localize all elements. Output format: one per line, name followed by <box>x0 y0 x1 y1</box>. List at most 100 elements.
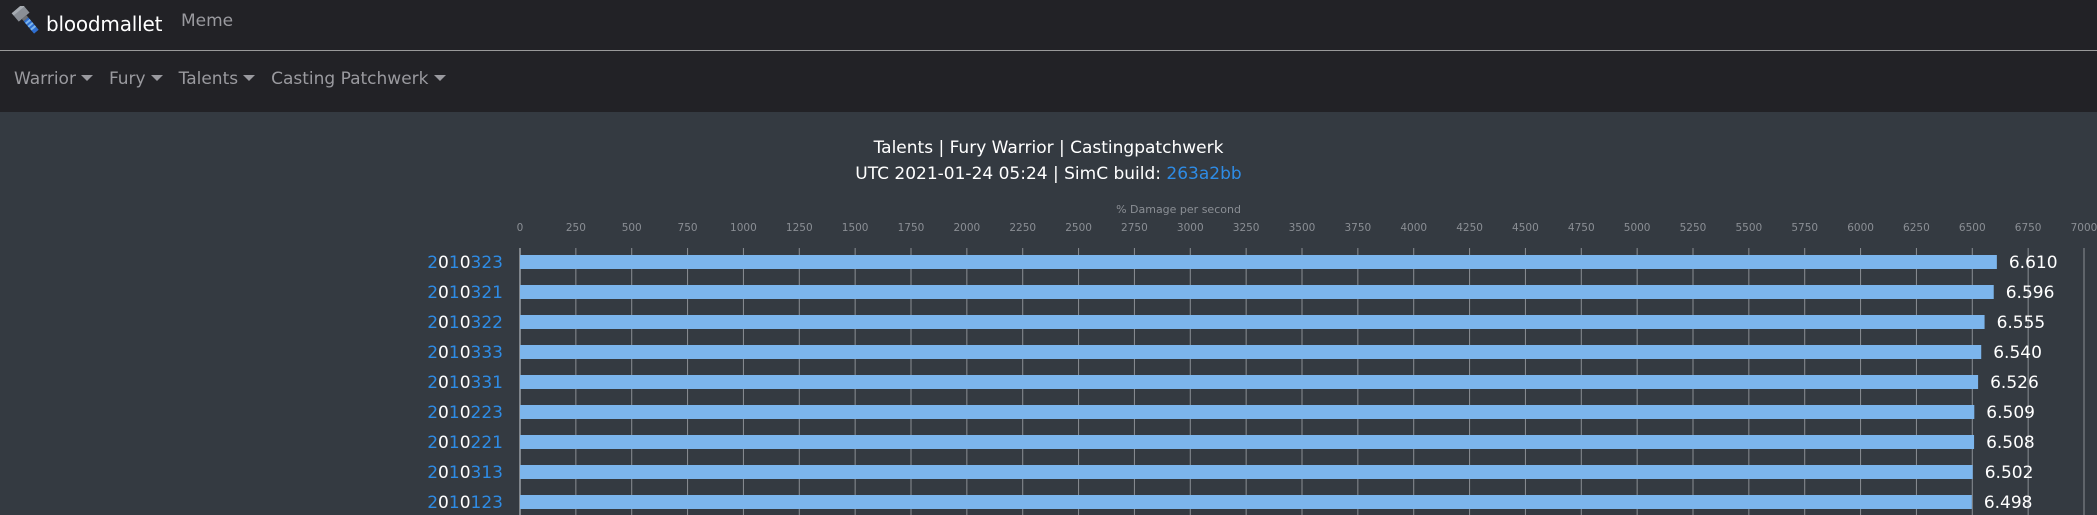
talent-digit: 1 <box>449 373 460 393</box>
category-label[interactable]: 2010322 <box>427 313 503 333</box>
talent-digit: 3 <box>492 463 503 483</box>
category-label[interactable]: 2010221 <box>427 433 503 453</box>
talent-digit: 0 <box>438 283 449 303</box>
x-tick-label: 5500 <box>1735 222 1762 234</box>
x-tick-label: 5750 <box>1791 222 1818 234</box>
bar-2010331[interactable] <box>520 375 1979 389</box>
talent-digit: 2 <box>427 493 438 513</box>
bar-2010123[interactable] <box>520 495 1972 509</box>
talent-digit: 2 <box>427 403 438 423</box>
x-tick-label: 4750 <box>1568 222 1595 234</box>
value-label: 6.502 <box>1985 463 2034 483</box>
talent-digit: 3 <box>481 373 492 393</box>
category-label[interactable]: 2010323 <box>427 253 503 273</box>
talent-digit: 2 <box>492 313 503 333</box>
talent-digit: 2 <box>481 433 492 453</box>
x-tick-label: 1000 <box>730 222 757 234</box>
x-tick-label: 3750 <box>1344 222 1371 234</box>
value-labels: 6.610 6.596 6.555 6.540 6.526 6.509 6.508 6.502… <box>1984 253 2058 513</box>
x-tick-label: 2750 <box>1121 222 1148 234</box>
x-tick-label: 1500 <box>842 222 869 234</box>
talent-digit: 1 <box>449 433 460 453</box>
x-tick-label: 250 <box>566 222 586 234</box>
value-label: 6.610 <box>2009 253 2058 273</box>
bar-2010223[interactable] <box>520 405 1975 419</box>
category-label[interactable]: 2010331 <box>427 373 503 393</box>
talent-digit: 2 <box>481 283 492 303</box>
bar-2010323[interactable] <box>520 255 1997 269</box>
value-label: 6.596 <box>2006 283 2055 303</box>
talent-digit: 1 <box>449 253 460 273</box>
talent-digit: 2 <box>427 433 438 453</box>
bar-2010333[interactable] <box>520 345 1982 359</box>
value-label: 6.509 <box>1986 403 2035 423</box>
talent-digit: 0 <box>460 433 471 453</box>
talent-digit: 2 <box>427 253 438 273</box>
talent-digit: 0 <box>460 463 471 483</box>
x-tick-label: 1250 <box>786 222 813 234</box>
talent-digit: 3 <box>492 343 503 363</box>
category-labels: 2010323201032120103222010333201033120102… <box>427 253 503 513</box>
talent-digit: 2 <box>471 403 482 423</box>
bar-2010322[interactable] <box>520 315 1985 329</box>
talent-digit: 0 <box>438 343 449 363</box>
x-tick-label: 6250 <box>1903 222 1930 234</box>
talent-digit: 3 <box>471 313 482 333</box>
talent-digit: 0 <box>438 463 449 483</box>
talent-digit: 1 <box>449 283 460 303</box>
talent-digit: 0 <box>438 373 449 393</box>
x-tick-label: 2250 <box>1009 222 1036 234</box>
talent-digit: 0 <box>460 373 471 393</box>
bars <box>520 255 1997 509</box>
value-label: 6.498 <box>1984 493 2033 513</box>
bar-2010313[interactable] <box>520 465 1973 479</box>
x-tick-label: 0 <box>517 222 524 234</box>
bar-2010321[interactable] <box>520 285 1994 299</box>
talent-digit: 1 <box>449 313 460 333</box>
x-tick-label: 4500 <box>1512 222 1539 234</box>
talent-digit: 0 <box>460 493 471 513</box>
talent-digit: 0 <box>460 313 471 333</box>
category-label[interactable]: 2010123 <box>427 493 503 513</box>
talent-digit: 3 <box>471 373 482 393</box>
category-label[interactable]: 2010333 <box>427 343 503 363</box>
category-label[interactable]: 2010313 <box>427 463 503 483</box>
talent-digit: 2 <box>471 433 482 453</box>
x-tick-label: 3250 <box>1233 222 1260 234</box>
x-tick-label: 5250 <box>1680 222 1707 234</box>
x-axis-ticks: 0 250 500 750 1000 1250 1500 1750 2000 2250 2500 27… <box>517 222 2097 234</box>
talent-digit: 3 <box>471 253 482 273</box>
talent-digit: 1 <box>471 493 482 513</box>
x-tick-label: 500 <box>622 222 642 234</box>
talent-digit: 3 <box>471 343 482 363</box>
value-label: 6.555 <box>1997 313 2046 333</box>
talent-digit: 1 <box>449 463 460 483</box>
bar-chart: 0 250 500 750 1000 1250 1500 1750 2000 2250 2500 27… <box>427 222 2097 515</box>
x-tick-label: 1750 <box>898 222 925 234</box>
x-tick-label: 3500 <box>1289 222 1316 234</box>
talent-digit: 2 <box>427 313 438 333</box>
talent-digit: 2 <box>427 343 438 363</box>
category-label[interactable]: 2010321 <box>427 283 503 303</box>
x-tick-label: 4250 <box>1456 222 1483 234</box>
talent-digit: 2 <box>481 313 492 333</box>
talent-digit: 2 <box>427 463 438 483</box>
value-label: 6.540 <box>1993 343 2042 363</box>
talent-digit: 1 <box>492 283 503 303</box>
talent-digit: 3 <box>492 403 503 423</box>
talent-digit: 2 <box>481 493 492 513</box>
x-tick-label: 7000 <box>2071 222 2097 234</box>
x-tick-label: 750 <box>678 222 698 234</box>
talent-digit: 1 <box>449 343 460 363</box>
x-tick-label: 6000 <box>1847 222 1874 234</box>
category-label[interactable]: 2010223 <box>427 403 503 423</box>
bar-2010221[interactable] <box>520 435 1975 449</box>
talent-digit: 0 <box>438 433 449 453</box>
talent-digit: 3 <box>481 343 492 363</box>
x-tick-label: 2000 <box>953 222 980 234</box>
talent-digit: 1 <box>492 373 503 393</box>
talent-digit: 0 <box>460 343 471 363</box>
x-tick-label: 6500 <box>1959 222 1986 234</box>
talent-digit: 0 <box>438 253 449 273</box>
x-tick-label: 6750 <box>2015 222 2042 234</box>
